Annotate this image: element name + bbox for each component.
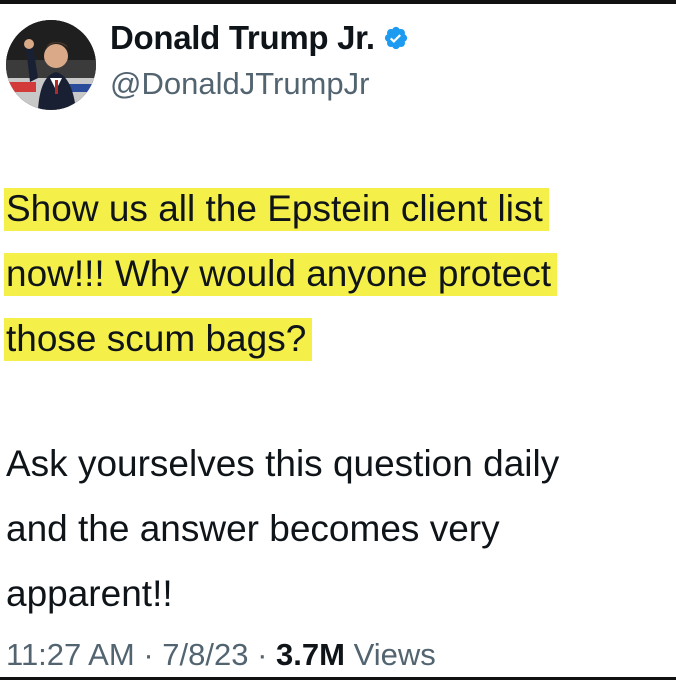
tweet-date[interactable]: 7/8/23 — [162, 637, 248, 672]
highlighted-line: now!!! Why would anyone protect — [4, 253, 558, 296]
author-handle[interactable]: @DonaldJTrumpJr — [110, 66, 369, 102]
tweet-time[interactable]: 11:27 AM — [6, 637, 135, 672]
top-border — [0, 0, 676, 4]
views-count[interactable]: 3.7M — [276, 637, 345, 672]
highlighted-line: Show us all the Epstein client list — [4, 188, 549, 231]
author-display-name[interactable]: Donald Trump Jr. — [110, 19, 375, 57]
meta-separator: · — [143, 637, 154, 672]
avatar-photo-icon — [6, 20, 96, 110]
verified-badge-icon — [383, 25, 409, 51]
text-line: and the answer becomes very — [6, 508, 500, 549]
tweet-metadata: 11:27 AM · 7/8/23 · 3.7M Views — [6, 637, 436, 673]
tweet-text: Show us all the Epstein client list now!… — [4, 176, 670, 626]
text-line: apparent!! — [6, 573, 173, 614]
author-name-row: Donald Trump Jr. — [110, 16, 409, 60]
text-line: Ask yourselves this question daily — [6, 443, 560, 484]
highlighted-line: those scum bags? — [4, 318, 313, 361]
views-label: Views — [353, 637, 436, 672]
author-avatar[interactable] — [6, 20, 96, 110]
tweet-header: Donald Trump Jr. @DonaldJTrumpJr — [0, 14, 676, 110]
tweet-paragraph: Ask yourselves this question daily and t… — [6, 431, 670, 626]
tweet-paragraph-highlighted: Show us all the Epstein client list now!… — [4, 176, 670, 371]
meta-separator: · — [257, 637, 268, 672]
